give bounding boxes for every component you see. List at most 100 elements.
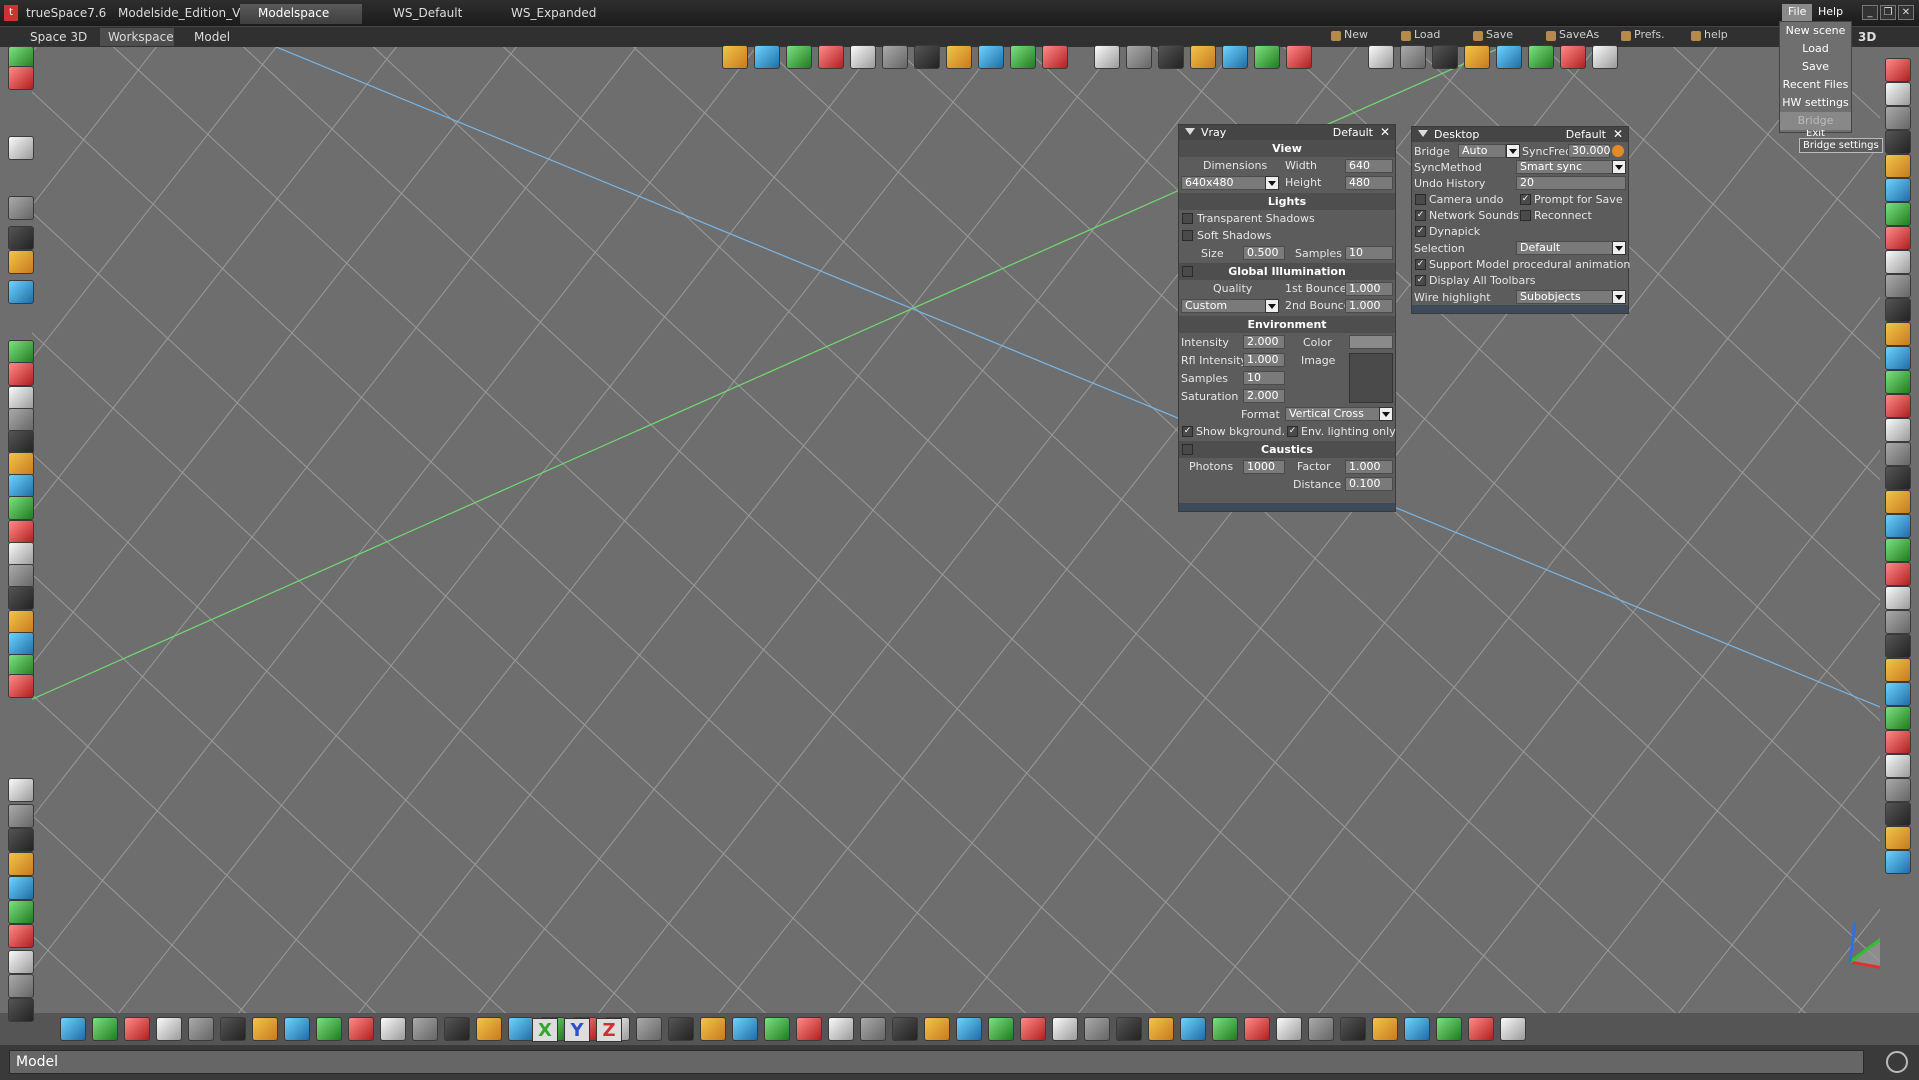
bottom-tool-icon[interactable] bbox=[1244, 1017, 1270, 1041]
bottom-tool-icon[interactable] bbox=[1180, 1017, 1206, 1041]
bottom-tool-icon[interactable] bbox=[892, 1017, 918, 1041]
left-tool-icon[interactable] bbox=[8, 804, 34, 828]
caustics-checkbox[interactable] bbox=[1182, 444, 1193, 455]
right-tool-icon[interactable] bbox=[1885, 586, 1911, 610]
right-tool-icon[interactable] bbox=[1885, 298, 1911, 322]
bottom-tool-icon[interactable] bbox=[732, 1017, 758, 1041]
bottom-tool-icon[interactable] bbox=[1372, 1017, 1398, 1041]
tab-workspace[interactable]: Workspace bbox=[100, 28, 174, 46]
left-tool-icon[interactable] bbox=[8, 66, 34, 90]
axis-z-button[interactable]: Z bbox=[596, 1018, 622, 1042]
dynapick-checkbox[interactable]: ✓ bbox=[1415, 226, 1426, 237]
minimize-icon[interactable]: _ bbox=[1862, 5, 1878, 20]
right-tool-icon[interactable] bbox=[1885, 562, 1911, 586]
top-tool-icon[interactable] bbox=[1432, 45, 1458, 69]
chevron-down-icon[interactable] bbox=[1506, 144, 1520, 158]
top-tool-icon[interactable] bbox=[1592, 45, 1618, 69]
bottom-tool-icon[interactable] bbox=[1084, 1017, 1110, 1041]
reconnect-checkbox[interactable] bbox=[1520, 210, 1531, 221]
prompt-for-save-checkbox[interactable]: ✓ bbox=[1520, 194, 1531, 205]
top-tool-icon[interactable] bbox=[1094, 45, 1120, 69]
syncmethod-dropdown[interactable]: Smart sync bbox=[1516, 160, 1626, 174]
env-samples-field[interactable]: 10 bbox=[1243, 371, 1285, 385]
bottom-tool-icon[interactable] bbox=[1436, 1017, 1462, 1041]
left-tool-icon[interactable] bbox=[8, 564, 34, 588]
bottom-tool-icon[interactable] bbox=[220, 1017, 246, 1041]
distance-field[interactable]: 0.100 bbox=[1345, 477, 1393, 491]
left-tool-icon[interactable] bbox=[8, 586, 34, 610]
left-tool-icon[interactable] bbox=[8, 950, 34, 974]
env-image-slot[interactable] bbox=[1349, 353, 1393, 403]
saveas-button[interactable]: SaveAs bbox=[1545, 28, 1599, 45]
support-anim-checkbox[interactable]: ✓ bbox=[1415, 259, 1426, 270]
right-tool-icon[interactable] bbox=[1885, 418, 1911, 442]
right-tool-icon[interactable] bbox=[1885, 130, 1911, 154]
right-tool-icon[interactable] bbox=[1885, 394, 1911, 418]
left-tool-icon[interactable] bbox=[8, 430, 34, 454]
right-tool-icon[interactable] bbox=[1885, 706, 1911, 730]
second-bounce-field[interactable]: 1.000 bbox=[1345, 299, 1393, 313]
chevron-down-icon[interactable] bbox=[1379, 407, 1393, 421]
bottom-tool-icon[interactable] bbox=[284, 1017, 310, 1041]
right-tool-icon[interactable] bbox=[1885, 274, 1911, 298]
bottom-tool-icon[interactable] bbox=[412, 1017, 438, 1041]
right-tool-icon[interactable] bbox=[1885, 490, 1911, 514]
chevron-down-icon[interactable] bbox=[1612, 160, 1626, 174]
bridge-dropdown[interactable]: Auto bbox=[1458, 144, 1506, 158]
bottom-tool-icon[interactable] bbox=[924, 1017, 950, 1041]
bottom-tool-icon[interactable] bbox=[380, 1017, 406, 1041]
top-tool-icon[interactable] bbox=[786, 45, 812, 69]
right-tool-icon[interactable] bbox=[1885, 658, 1911, 682]
right-tool-icon[interactable] bbox=[1885, 442, 1911, 466]
bottom-tool-icon[interactable] bbox=[1340, 1017, 1366, 1041]
top-tool-icon[interactable] bbox=[1528, 45, 1554, 69]
bottom-tool-icon[interactable] bbox=[1468, 1017, 1494, 1041]
bottom-tool-icon[interactable] bbox=[444, 1017, 470, 1041]
menu-item-exit[interactable]: Exit bbox=[1780, 130, 1851, 138]
factor-field[interactable]: 1.000 bbox=[1345, 460, 1393, 474]
vray-preset[interactable]: Default bbox=[1333, 126, 1373, 139]
left-tool-icon[interactable] bbox=[8, 136, 34, 160]
top-tool-icon[interactable] bbox=[1286, 45, 1312, 69]
bottom-tool-icon[interactable] bbox=[188, 1017, 214, 1041]
right-tool-icon[interactable] bbox=[1885, 634, 1911, 658]
bottom-tool-icon[interactable] bbox=[764, 1017, 790, 1041]
left-tool-icon[interactable] bbox=[8, 998, 34, 1022]
right-tool-icon[interactable] bbox=[1885, 538, 1911, 562]
show-bkground-checkbox[interactable]: ✓ bbox=[1182, 426, 1193, 437]
menu-item-hw-settings[interactable]: HW settings bbox=[1780, 94, 1851, 112]
left-tool-icon[interactable] bbox=[8, 362, 34, 386]
right-tool-icon[interactable] bbox=[1885, 250, 1911, 274]
left-tool-icon[interactable] bbox=[8, 196, 34, 220]
right-tool-icon[interactable] bbox=[1885, 682, 1911, 706]
chevron-down-icon[interactable] bbox=[1612, 290, 1626, 304]
syncfreq-field[interactable]: 30.000 bbox=[1568, 144, 1611, 158]
close-icon[interactable]: ✕ bbox=[1380, 125, 1390, 139]
top-tool-icon[interactable] bbox=[754, 45, 780, 69]
top-tool-icon[interactable] bbox=[1496, 45, 1522, 69]
bottom-tool-icon[interactable] bbox=[1116, 1017, 1142, 1041]
menu-help[interactable]: Help bbox=[1812, 4, 1849, 22]
top-tool-icon[interactable] bbox=[1560, 45, 1586, 69]
bottom-tool-icon[interactable] bbox=[252, 1017, 278, 1041]
bottom-tool-icon[interactable] bbox=[92, 1017, 118, 1041]
axis-y-button[interactable]: Y bbox=[564, 1018, 590, 1042]
chevron-down-icon[interactable] bbox=[1265, 176, 1279, 190]
left-tool-icon[interactable] bbox=[8, 542, 34, 566]
top-tool-icon[interactable] bbox=[850, 45, 876, 69]
bottom-tool-icon[interactable] bbox=[956, 1017, 982, 1041]
left-tool-icon[interactable] bbox=[8, 876, 34, 900]
view-selector[interactable]: Space 3D bbox=[8, 28, 95, 46]
first-bounce-field[interactable]: 1.000 bbox=[1345, 282, 1393, 296]
top-tool-icon[interactable] bbox=[946, 45, 972, 69]
top-tool-icon[interactable] bbox=[1464, 45, 1490, 69]
vray-panel-header[interactable]: Vray Default ✕ bbox=[1179, 125, 1395, 140]
bottom-tool-icon[interactable] bbox=[700, 1017, 726, 1041]
undo-history-field[interactable]: 20 bbox=[1516, 176, 1626, 190]
bottom-tool-icon[interactable] bbox=[796, 1017, 822, 1041]
new-button[interactable]: New bbox=[1330, 28, 1368, 45]
format-dropdown[interactable]: Vertical Cross bbox=[1285, 407, 1393, 421]
height-field[interactable]: 480 bbox=[1345, 176, 1393, 190]
right-tool-icon[interactable] bbox=[1885, 106, 1911, 130]
menu-item-recent-files[interactable]: Recent Files bbox=[1780, 76, 1851, 94]
